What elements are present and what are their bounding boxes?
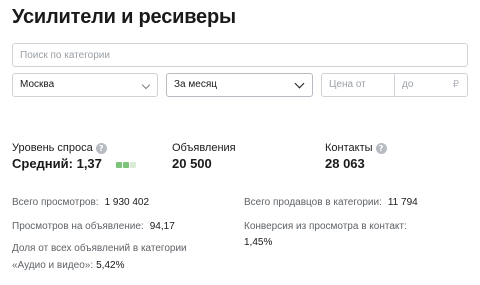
sellers-value: 11 794 xyxy=(387,197,418,208)
demand-value: Средний: 1,37 xyxy=(12,156,102,171)
total-views-label: Всего просмотров: xyxy=(12,197,99,208)
ads-label: Объявления xyxy=(172,142,236,154)
period-select-value: За месяц xyxy=(174,79,217,90)
page-title: Усилители и ресиверы xyxy=(12,6,236,28)
total-views-value: 1 930 402 xyxy=(104,197,150,208)
help-icon[interactable]: ? xyxy=(95,143,107,154)
share-line2: «Аудио и видео»: 5,42% xyxy=(12,260,124,271)
city-select[interactable]: Москва xyxy=(12,73,158,97)
demand-level-segment xyxy=(130,162,136,168)
ruble-icon: ₽ xyxy=(452,79,459,90)
contacts-label-row: Контакты? xyxy=(325,142,387,154)
share-label-line1: Доля от всех объявлений в категории xyxy=(12,243,187,254)
demand-label-row: Уровень спроса? xyxy=(12,142,107,154)
price-from-input[interactable]: Цена от xyxy=(321,73,395,97)
period-select[interactable]: За месяц xyxy=(166,73,313,97)
ads-value: 20 500 xyxy=(172,156,212,171)
total-views-line: Всего просмотров: 1 930 402 xyxy=(12,197,149,208)
share-label-line2: «Аудио и видео»: xyxy=(12,260,94,271)
share-value: 5,42% xyxy=(96,260,125,271)
price-from-placeholder: Цена от xyxy=(329,79,366,90)
views-per-ad-value: 94,17 xyxy=(149,221,175,232)
conversion-value: 1,45% xyxy=(244,237,273,248)
demand-level-segment xyxy=(123,162,129,168)
help-icon[interactable]: ? xyxy=(375,143,387,154)
views-per-ad-line: Просмотров на объявление: 94,17 xyxy=(12,221,175,232)
city-select-value: Москва xyxy=(20,79,55,90)
demand-level-segment xyxy=(116,162,122,168)
demand-level-indicator xyxy=(116,162,140,168)
sellers-label: Всего продавцов в категории: xyxy=(244,197,382,208)
price-to-input[interactable]: до ₽ xyxy=(394,73,468,97)
views-per-ad-label: Просмотров на объявление: xyxy=(12,221,144,232)
contacts-label: Контакты xyxy=(325,142,373,154)
price-to-placeholder: до xyxy=(402,79,414,90)
chevron-down-icon xyxy=(141,80,151,90)
demand-label: Уровень спроса xyxy=(12,142,93,154)
contacts-value: 28 063 xyxy=(325,156,365,171)
chevron-down-icon xyxy=(294,78,305,89)
conversion-label: Конверсия из просмотра в контакт: xyxy=(244,221,407,232)
category-search-input[interactable] xyxy=(12,43,468,67)
sellers-line: Всего продавцов в категории: 11 794 xyxy=(244,197,418,208)
